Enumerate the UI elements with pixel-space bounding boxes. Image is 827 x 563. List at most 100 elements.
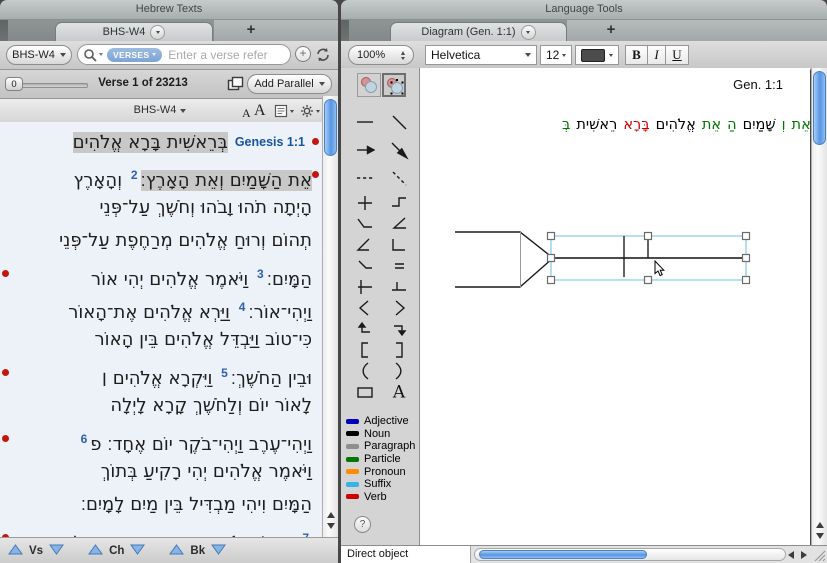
hebrew-text-line[interactable]: הָיְתָה תֹהוּ וָבֹהוּ וְחֹשֶׁךְ עַל־פְּנ… (0, 192, 322, 225)
hebrew-text-line[interactable]: וַיֹּאמֶר אֱלֹהִים יְהִי רָקִיעַ בְּתוֹך… (0, 456, 322, 489)
hebrew-text-line[interactable]: לָאוֹר יוֹם וְלַחֹשֶׁךְ קָרָא לָיְלָה (0, 390, 322, 423)
window-title[interactable]: Language Tools (341, 0, 827, 20)
hook-arrow-up-tool[interactable] (352, 318, 378, 339)
bracket-left-tool[interactable] (352, 339, 378, 360)
tab-menu-icon[interactable] (521, 25, 536, 40)
equals-tool[interactable] (386, 255, 412, 276)
previous-vs-button[interactable] (8, 544, 23, 558)
paren-right-tool[interactable] (386, 360, 412, 381)
search-options-arrow-icon[interactable] (99, 53, 103, 56)
font-family-dropdown[interactable]: Helvetica (425, 45, 537, 65)
help-button[interactable]: ? (354, 516, 371, 533)
line-horizontal-tool[interactable] (352, 112, 378, 133)
legend-color-swatch (346, 431, 359, 436)
scrollbar-thumb[interactable] (813, 71, 826, 145)
window-title[interactable]: Hebrew Texts (0, 0, 338, 20)
hebrew-text-area[interactable]: Genesis 1:1בְּרֵאשִׁית בָּרָא אֱלֹהִיםאֵ… (0, 122, 322, 537)
horizontal-scrollbar[interactable] (474, 548, 786, 561)
verse-slider-thumb[interactable]: 0 (5, 77, 23, 91)
zoom-out-arrow-icon[interactable] (401, 57, 405, 60)
next-ch-button[interactable] (130, 544, 145, 558)
scroll-up-arrow-icon[interactable] (327, 512, 335, 518)
angle-tool[interactable] (352, 234, 378, 255)
rectangle-tool[interactable] (352, 381, 378, 402)
slant-with-base-tool[interactable] (352, 255, 378, 276)
add-search-button[interactable]: + (295, 46, 311, 62)
hebrew-text-line[interactable]: תְהוֹם וְרוּחַ אֱלֹהִים מְרַחֶפֶת עַל־פְ… (0, 225, 322, 258)
arrow-diagonal-tool[interactable] (386, 140, 412, 161)
hebrew-text-line[interactable]: הַמָּיִם וִיהִי מַבְדִּיל בֵּין מַיִם לָ… (0, 489, 322, 522)
new-tab-button[interactable]: + (601, 21, 621, 38)
tab-diagram[interactable]: Diagram (Gen. 1:1) (390, 22, 567, 41)
scroll-down-arrow-icon[interactable] (327, 523, 335, 529)
add-parallel-button[interactable]: Add Parallel (247, 74, 332, 94)
hebrew-text-line[interactable]: וַיְהִי־עֶרֶב וַיְהִי־בֹקֶר יוֹם אֶחָד׃ … (0, 423, 322, 456)
underline-button[interactable]: U (665, 45, 689, 65)
cross-tool[interactable] (352, 192, 378, 213)
object-divider-tool[interactable] (386, 276, 412, 297)
angle-bracket-right-tool[interactable] (386, 297, 412, 318)
vertical-scrollbar[interactable] (322, 96, 338, 537)
decrease-font-button[interactable]: A (242, 106, 251, 121)
baseline-step-tool[interactable] (386, 192, 412, 213)
resize-grip-icon[interactable] (812, 548, 826, 562)
right-angle-tool[interactable] (386, 234, 412, 255)
slant-to-baseline-tool[interactable] (352, 213, 378, 234)
select-mode-button[interactable] (382, 73, 406, 97)
hebrew-text-line[interactable]: הַמָּיִם׃3 וַיֹּאמֶר אֱלֹהִים יְהִי אוֹר (0, 258, 322, 291)
search-icon[interactable] (82, 47, 99, 63)
hebrew-text-line[interactable]: 7 וַיַּעַשׂ אֱלֹהִים אֶת־הָרָקִיעַ וַיַּ… (0, 522, 322, 537)
font-size-dropdown[interactable]: 12 (540, 45, 572, 65)
vertical-scrollbar[interactable] (811, 68, 827, 545)
previous-ch-button[interactable] (88, 544, 103, 558)
increase-font-button[interactable]: A (254, 102, 266, 120)
hook-arrow-down-tool[interactable] (386, 318, 412, 339)
hebrew-text-line[interactable]: וַיְהִי־אוֹר׃4 וַיַּרְא אֱלֹהִים אֶת־הָא… (0, 291, 322, 324)
line-diagonal-tool[interactable] (386, 112, 412, 133)
color-picker-dropdown[interactable] (575, 45, 619, 65)
display-settings-button[interactable] (274, 104, 294, 118)
scroll-right-arrow-icon[interactable] (801, 551, 807, 559)
hebrew-text-line[interactable]: אֵת הַשָּׁמַיִם וְאֵת הָאָרֶץ׃2 וְהָאָרֶ… (0, 159, 322, 192)
new-tab-button[interactable]: + (241, 21, 261, 38)
zoom-stepper[interactable]: 100% (348, 45, 414, 65)
tab-menu-icon[interactable] (150, 25, 165, 40)
scroll-up-arrow-icon[interactable] (816, 522, 824, 528)
pane-title-dropdown[interactable]: BHS-W4 (0, 104, 320, 116)
scrollbar-thumb[interactable] (479, 550, 647, 559)
text-selector-dropdown[interactable]: BHS-W4 (6, 45, 72, 65)
text-tool[interactable]: A (386, 381, 412, 402)
next-vs-button[interactable] (49, 544, 64, 558)
subject-divider-tool[interactable] (352, 276, 378, 297)
search-input[interactable] (166, 47, 286, 63)
zoom-in-arrow-icon[interactable] (401, 51, 405, 55)
italic-button[interactable]: I (647, 45, 666, 65)
hebrew-text-line[interactable]: Genesis 1:1בְּרֵאשִׁית בָּרָא אֱלֹהִים (0, 126, 322, 159)
tab-bhs-w4[interactable]: BHS-W4 (55, 22, 213, 41)
angle-bracket-left-tool[interactable] (352, 297, 378, 318)
gear-menu-button[interactable] (300, 104, 320, 118)
arrow-horizontal-tool[interactable] (352, 140, 378, 161)
scrollbar-thumb[interactable] (324, 99, 337, 156)
tool-row (352, 108, 412, 136)
bold-button[interactable]: B (625, 45, 648, 65)
search-scope-pill[interactable]: VERSES (107, 48, 162, 62)
angle-open-tool[interactable] (386, 213, 412, 234)
scroll-left-arrow-icon[interactable] (788, 551, 794, 559)
hebrew-text-line[interactable]: כִּי־טוֹב וַיַּבְדֵּל אֱלֹהִים בֵּין הָא… (0, 324, 322, 357)
sync-icon[interactable] (314, 46, 332, 64)
bracket-right-tool[interactable] (386, 339, 412, 360)
baseline-object[interactable] (553, 236, 746, 277)
verse-search-field[interactable]: VERSES (77, 44, 291, 65)
draw-mode-button[interactable] (357, 73, 381, 97)
next-bk-button[interactable] (211, 544, 226, 558)
clause-funnel-shape[interactable] (455, 232, 553, 287)
scroll-down-arrow-icon[interactable] (816, 533, 824, 539)
hebrew-text-line[interactable]: וּבֵין הַחֹשֶׁךְ׃5 וַיִּקְרָא אֱלֹהִים ׀ (0, 357, 322, 390)
dashed-line-horizontal-tool[interactable] (352, 168, 378, 189)
previous-bk-button[interactable] (169, 544, 184, 558)
paren-left-tool[interactable] (352, 360, 378, 381)
diagram-canvas[interactable]: Gen. 1:1 בְּרֵאשִׁיתבָּרָאאֱלֹהִיםאֵתהַש… (420, 68, 810, 545)
dashed-line-diagonal-tool[interactable] (386, 168, 412, 189)
detach-pane-icon[interactable] (227, 76, 244, 92)
